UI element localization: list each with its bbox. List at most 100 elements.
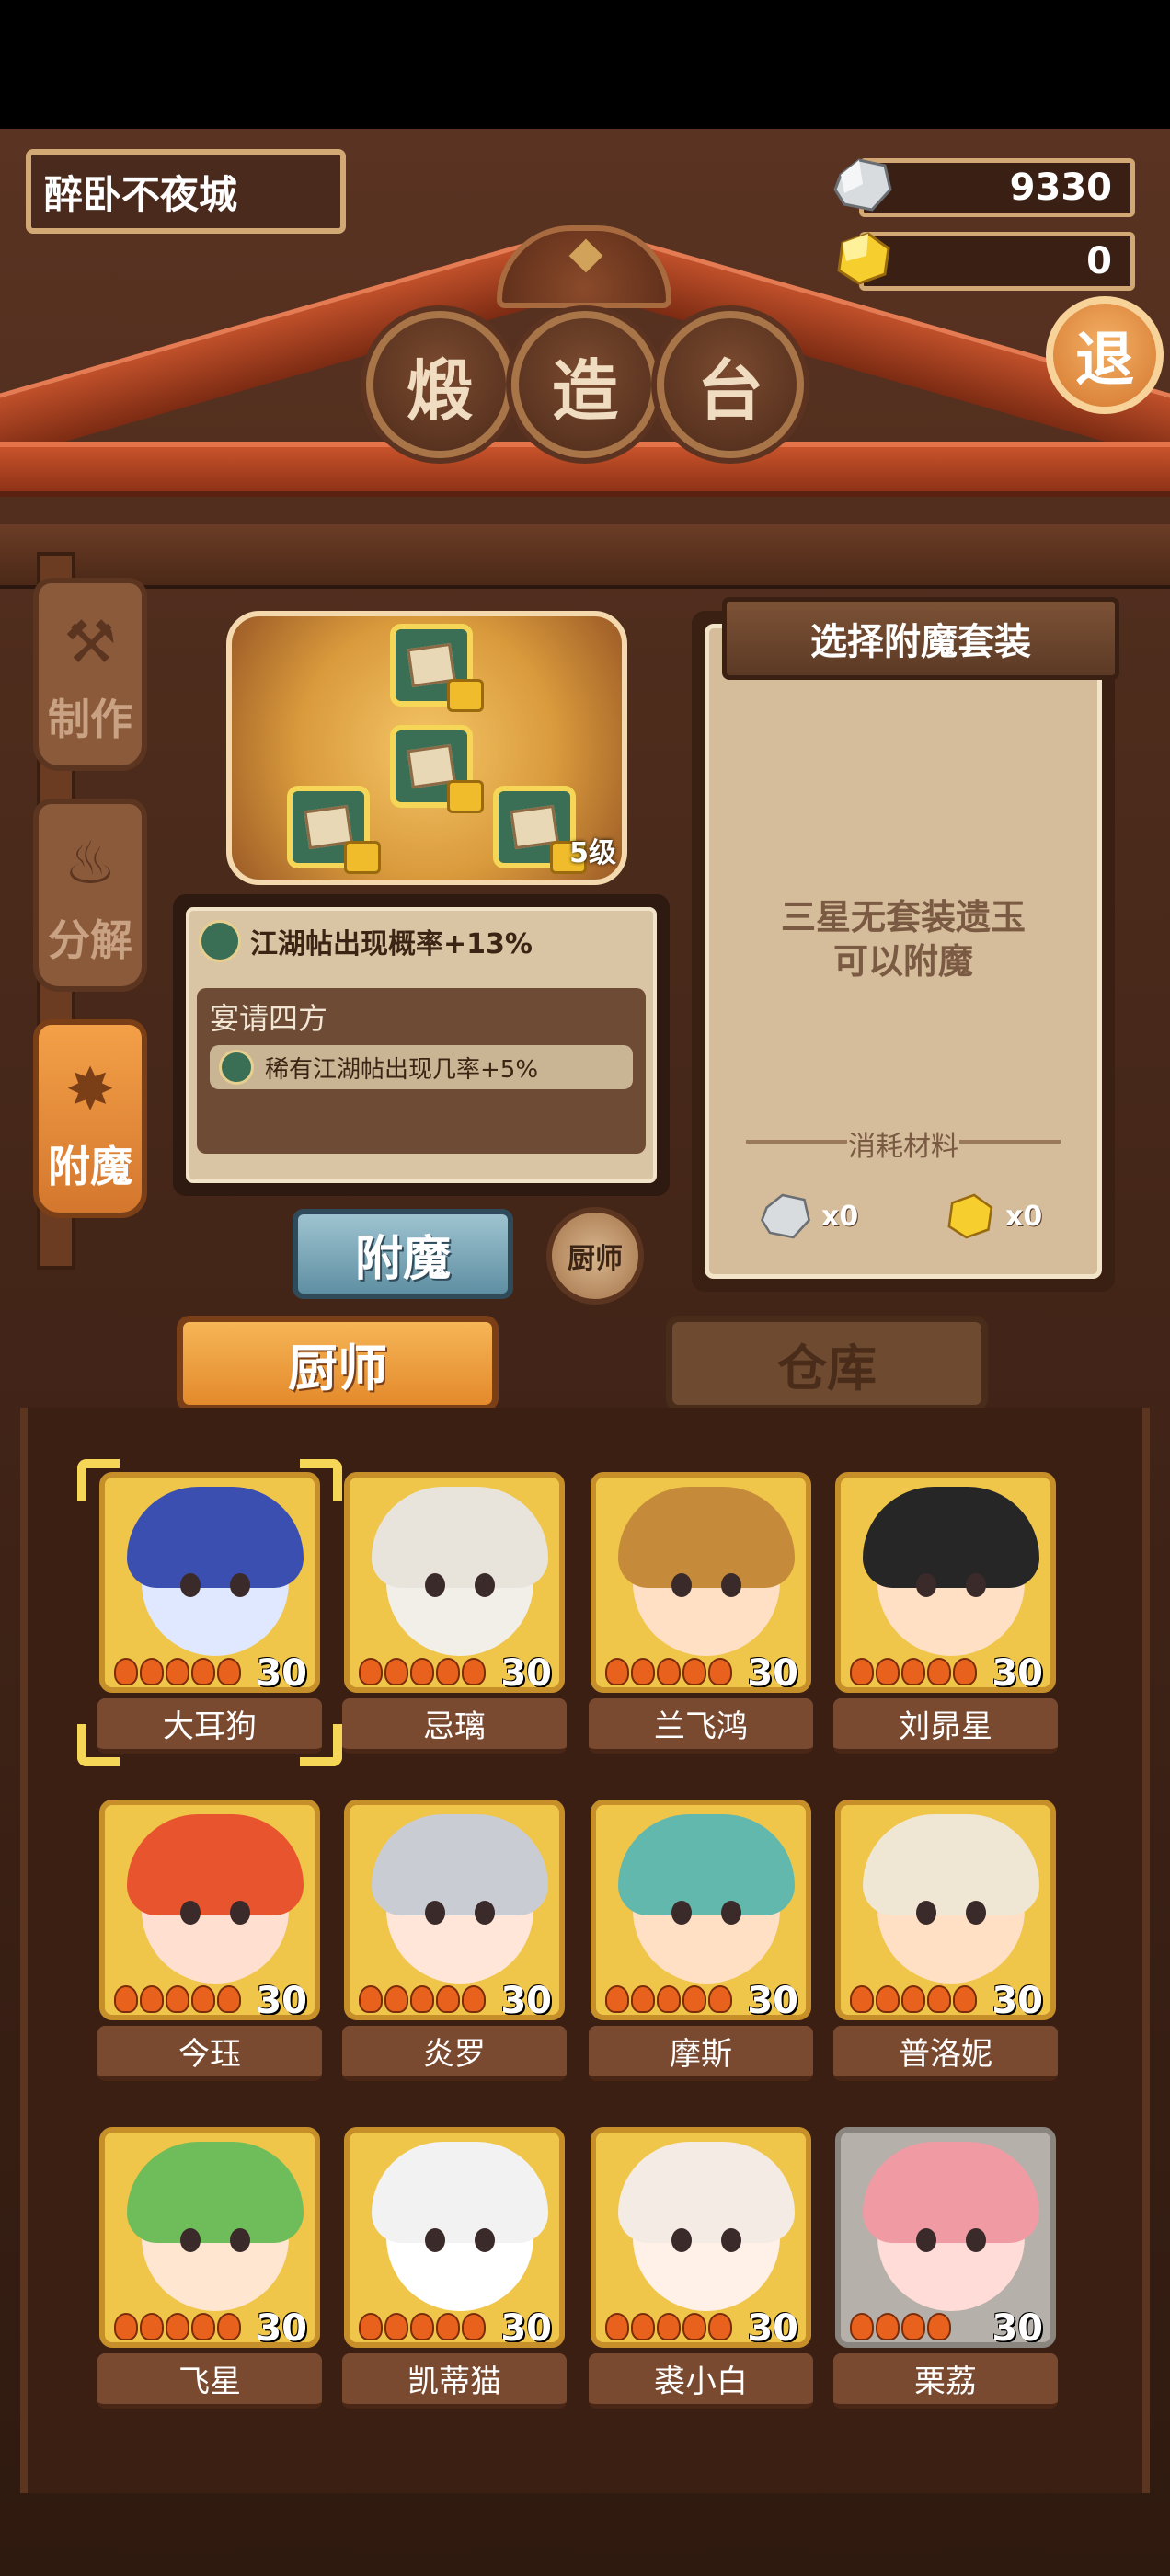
chef-hair xyxy=(863,1814,1039,1915)
chef-portrait: 30 xyxy=(344,2127,565,2348)
gem-slot-center[interactable] xyxy=(390,725,484,813)
set-box: 宴请四方 稀有江湖帖出现几率+5% xyxy=(197,988,646,1154)
chef-card[interactable]: 30 普洛妮 xyxy=(833,1800,1058,2085)
divider-right xyxy=(959,1140,1061,1144)
chef-card[interactable]: 30 裘小白 xyxy=(589,2127,813,2412)
chef-eye xyxy=(671,1573,692,1597)
chef-card[interactable]: 30 兰飞鸿 xyxy=(589,1472,813,1757)
star-flames xyxy=(605,1658,732,1685)
chef-eye xyxy=(425,1573,445,1597)
chef-name-bar: 兰飞鸿 xyxy=(589,1698,813,1754)
flame-icon xyxy=(876,1658,900,1685)
select-set-header[interactable]: 选择附魔套装 xyxy=(722,597,1119,680)
exit-button[interactable]: 退 xyxy=(1046,296,1164,414)
gold-ore-icon xyxy=(837,232,890,285)
chef-eye xyxy=(230,2228,250,2252)
chef-hair xyxy=(372,1814,548,1915)
chef-card[interactable]: 30 栗荔 xyxy=(833,2127,1058,2412)
flame-icon xyxy=(631,1658,655,1685)
gem-slot-top[interactable] xyxy=(390,624,484,712)
star-flames xyxy=(114,1985,241,2013)
chef-portrait: 30 xyxy=(591,2127,811,2348)
tab-decompose[interactable]: ♨ 分解 xyxy=(33,799,147,992)
enchant-set-panel: 选择附魔套装 三星无套装遗玉 可以附魔 消耗材料 x0 x0 xyxy=(692,597,1119,1292)
chef-portrait: 30 xyxy=(99,1800,320,2020)
flame-icon xyxy=(140,2313,164,2340)
chef-eye xyxy=(721,1573,741,1597)
chef-name-bar: 栗荔 xyxy=(833,2353,1058,2409)
flame-icon xyxy=(217,2313,241,2340)
chef-card[interactable]: 30 炎罗 xyxy=(342,1800,567,2085)
flame-icon xyxy=(901,2313,925,2340)
gem-slot-left[interactable] xyxy=(287,786,381,874)
flame-icon xyxy=(657,1985,681,2013)
chef-level: 30 xyxy=(992,1652,1043,1693)
tab-enchant[interactable]: ✸ 附魔 xyxy=(33,1019,147,1218)
chef-card[interactable]: 30 摩斯 xyxy=(589,1800,813,2085)
flame-icon xyxy=(166,2313,189,2340)
flame-icon xyxy=(876,1985,900,2013)
flame-icon xyxy=(410,1658,434,1685)
chef-name-bar: 凯蒂猫 xyxy=(342,2353,567,2409)
gem-slot-right[interactable] xyxy=(493,786,587,874)
swirl-icon: ✸ xyxy=(65,1056,115,1124)
scroll-badge-icon xyxy=(199,920,241,962)
tab-warehouse[interactable]: 仓库 xyxy=(666,1316,988,1411)
chef-name: 普洛妮 xyxy=(899,2036,992,2073)
chef-card[interactable]: 30 刘昴星 xyxy=(833,1472,1058,1757)
chef-name: 炎罗 xyxy=(423,2036,486,2073)
chef-portrait: 30 xyxy=(591,1800,811,2020)
stone-counter: 9330 xyxy=(859,158,1135,217)
status-bar-area xyxy=(0,0,1170,129)
material-gold: x0 xyxy=(943,1191,1042,1241)
star-flames xyxy=(850,2313,951,2340)
chef-card[interactable]: 30 忌璃 xyxy=(342,1472,567,1757)
chef-card[interactable]: 30 凯蒂猫 xyxy=(342,2127,567,2412)
tab-make[interactable]: ⚒ 制作 xyxy=(33,578,147,771)
set-name: 宴请四方 xyxy=(210,1001,328,1036)
enchant-set-inner: 选择附魔套装 三星无套装遗玉 可以附魔 消耗材料 x0 x0 xyxy=(705,597,1119,1279)
tab-chef[interactable]: 厨师 xyxy=(177,1316,499,1411)
enchant-button[interactable]: 附魔 xyxy=(292,1209,513,1299)
chef-level: 30 xyxy=(500,1980,552,2020)
chef-card[interactable]: 30 飞星 xyxy=(98,2127,322,2412)
star-flames xyxy=(850,1658,977,1685)
chef-portrait: 30 xyxy=(344,1472,565,1693)
chef-card[interactable]: 30 今珏 xyxy=(98,1800,322,2085)
flame-icon xyxy=(901,1985,925,2013)
flame-icon xyxy=(140,1985,164,2013)
chef-level: 30 xyxy=(747,2307,798,2348)
city-name: 醉卧不夜城 xyxy=(44,171,238,217)
flame-icon: ♨ xyxy=(63,830,117,898)
star-flames xyxy=(359,1658,486,1685)
flame-icon xyxy=(708,1985,732,2013)
flame-icon xyxy=(631,1985,655,2013)
enchant-info-inner: 江湖帖出现概率+13% 宴请四方 稀有江湖帖出现几率+5% xyxy=(186,907,657,1183)
flame-icon xyxy=(953,1985,977,2013)
chef-hair xyxy=(863,1487,1039,1588)
chef-level: 30 xyxy=(256,1980,307,2020)
tag-icon xyxy=(447,679,484,712)
roof-beam xyxy=(0,524,1170,589)
flame-icon xyxy=(657,2313,681,2340)
chef-select-button[interactable]: 厨师 xyxy=(546,1207,644,1305)
chef-eye xyxy=(475,1573,495,1597)
chef-name-bar: 炎罗 xyxy=(342,2026,567,2081)
title-char-1: 煅 xyxy=(366,311,513,458)
flame-icon xyxy=(927,1985,951,2013)
chef-level: 30 xyxy=(747,1652,798,1693)
flame-icon xyxy=(436,2313,460,2340)
chef-hair xyxy=(618,2142,795,2243)
chef-hair xyxy=(372,1487,548,1588)
flame-icon xyxy=(462,2313,486,2340)
chef-eye xyxy=(671,1901,692,1925)
scroll-badge-icon xyxy=(219,1050,254,1085)
chef-eye xyxy=(180,1901,201,1925)
chef-name-bar: 裘小白 xyxy=(589,2353,813,2409)
title-char-3: 台 xyxy=(657,311,804,458)
chef-name-bar: 刘昴星 xyxy=(833,1698,1058,1754)
city-name-box: 醉卧不夜城 xyxy=(26,149,346,234)
flame-icon xyxy=(462,1985,486,2013)
flame-icon xyxy=(359,1985,383,2013)
flame-icon xyxy=(410,2313,434,2340)
